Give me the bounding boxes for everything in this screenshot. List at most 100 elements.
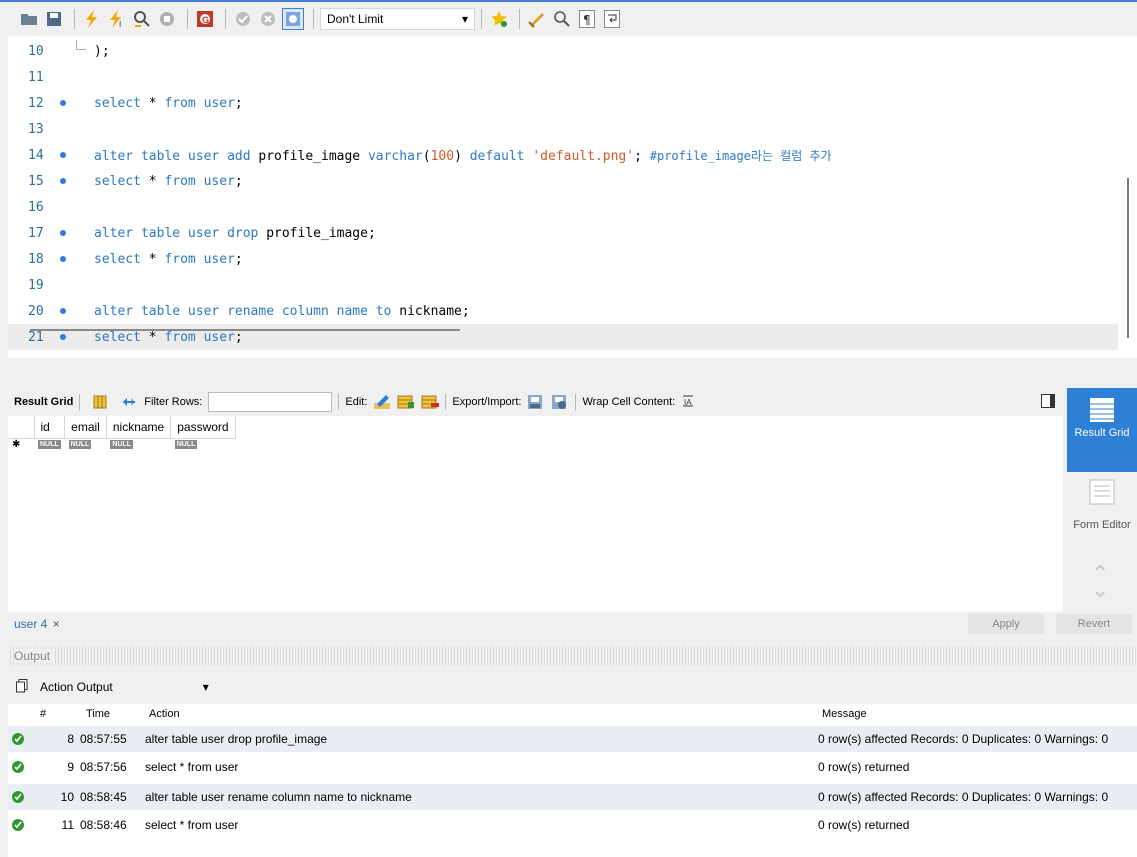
folder-icon[interactable] <box>18 8 40 30</box>
table-cell[interactable]: NULL <box>106 439 170 451</box>
close-icon[interactable]: × <box>53 617 60 631</box>
output-title: Output <box>14 649 55 663</box>
toggle-error-icon[interactable]: G <box>194 8 216 30</box>
table-row[interactable]: 9 08:57:56 select * from user 0 row(s) r… <box>8 754 1137 780</box>
svg-text:I: I <box>119 20 121 28</box>
table-row-new[interactable]: ✱ NULL NULL NULL NULL <box>8 439 235 451</box>
row-header-corner <box>8 416 35 439</box>
table-cell[interactable]: NULL <box>34 439 65 451</box>
table-cell[interactable]: NULL <box>171 439 235 451</box>
execute-icon[interactable] <box>81 8 103 30</box>
result-grid-toolbar: Result Grid Filter Rows: Edit: Export/Im… <box>8 388 1063 416</box>
editor-line: 17 alter table user drop profile_image; <box>8 220 1118 246</box>
toolbar-separator <box>338 394 340 410</box>
scroll-arrows-icon[interactable]: ⌃ ⌄ <box>1091 563 1109 601</box>
column-header: Time <box>86 708 111 720</box>
filter-rows-input[interactable] <box>208 392 333 412</box>
column-header[interactable]: password <box>170 416 236 439</box>
editor-line: 20 alter table user rename column name t… <box>8 298 1118 324</box>
commit-icon[interactable] <box>232 8 254 30</box>
column-header: Action <box>149 708 180 720</box>
result-grid-view-button[interactable]: Result Grid <box>1067 388 1137 472</box>
statement-marker <box>60 308 66 314</box>
line-number: 11 <box>28 69 44 85</box>
form-editor-side-label: Form Editor <box>1073 519 1131 531</box>
save-icon[interactable] <box>43 8 65 30</box>
row-number: 8 <box>67 732 74 746</box>
column-header[interactable]: email <box>64 416 107 439</box>
edit-row-icon[interactable] <box>373 394 391 410</box>
result-grid[interactable]: id email nickname password ✱ NULL NULL N… <box>8 416 1063 612</box>
rollback-icon[interactable] <box>257 8 279 30</box>
row-action: select * from user <box>145 760 239 774</box>
output-panel-header: Output <box>8 646 1137 666</box>
stop-icon[interactable] <box>156 8 178 30</box>
wrap-cell-icon[interactable]: IA <box>681 394 699 410</box>
line-number: 12 <box>28 95 44 111</box>
line-number: 15 <box>28 173 44 189</box>
editor-vertical-scrollbar[interactable] <box>1127 178 1129 338</box>
toolbar-separator <box>519 9 520 29</box>
status-icon <box>12 791 28 803</box>
wrap-icon[interactable] <box>601 8 623 30</box>
column-header[interactable]: id <box>34 416 66 439</box>
execute-current-icon[interactable]: I <box>106 8 128 30</box>
form-editor-view-button[interactable]: Form Editor <box>1067 478 1137 531</box>
bookmark-icon[interactable] <box>488 8 510 30</box>
row-action: alter table user rename column name to n… <box>145 790 412 804</box>
sql-editor[interactable]: 10 ); 11 12 select * from user; 13 14 al… <box>8 36 1137 358</box>
filter-rows-label: Filter Rows: <box>144 396 203 408</box>
line-number: 19 <box>28 277 44 293</box>
toolbar-separator <box>445 394 447 410</box>
copy-icon[interactable] <box>16 678 28 696</box>
import-icon[interactable] <box>551 394 569 410</box>
limit-rows-select[interactable]: Don't Limit ▾ <box>320 8 475 30</box>
svg-text:IA: IA <box>684 398 692 407</box>
export-import-label: Export/Import: <box>452 396 522 408</box>
autocommit-icon[interactable] <box>282 8 304 30</box>
delete-row-icon[interactable] <box>421 394 440 410</box>
toggle-sidebar-icon[interactable] <box>1041 394 1055 408</box>
editor-line: 11 <box>8 64 1118 90</box>
insert-row-icon[interactable] <box>397 394 415 410</box>
row-time: 08:57:55 <box>80 732 127 746</box>
column-header[interactable]: nickname <box>106 416 172 439</box>
table-row[interactable]: 10 08:58:45 alter table user rename colu… <box>8 784 1137 810</box>
find-icon[interactable] <box>551 8 573 30</box>
status-icon <box>12 761 28 773</box>
explain-icon[interactable] <box>131 8 153 30</box>
action-output-table: # Time Action Message 8 08:57:55 alter t… <box>8 704 1137 857</box>
table-cell[interactable]: NULL <box>65 439 107 451</box>
statement-marker <box>60 230 66 236</box>
code-text: ); <box>94 43 110 59</box>
export-icon[interactable] <box>527 394 545 410</box>
beautify-icon[interactable] <box>526 8 548 30</box>
toolbar-separator <box>74 9 75 29</box>
code-text: alter table user add profile_image varch… <box>94 148 832 164</box>
apply-button[interactable]: Apply <box>968 614 1044 634</box>
grid-layout-icon[interactable] <box>92 394 110 410</box>
limit-rows-value: Don't Limit <box>327 12 384 26</box>
line-number: 16 <box>28 199 44 215</box>
row-message: 0 row(s) affected Records: 0 Duplicates:… <box>818 790 1109 804</box>
row-action: alter table user drop profile_image <box>145 732 328 746</box>
toolbar-separator <box>313 9 314 29</box>
editor-horizontal-scrollbar[interactable] <box>30 329 460 331</box>
line-number: 14 <box>28 147 44 163</box>
table-row[interactable]: 11 08:58:46 select * from user 0 row(s) … <box>8 812 1137 838</box>
output-type-select[interactable]: Action Output ▾ <box>8 676 308 698</box>
column-header: Message <box>822 708 867 720</box>
chevron-down-icon: ▾ <box>202 680 209 694</box>
tab-result-user[interactable]: user 4 × <box>8 617 60 631</box>
revert-button[interactable]: Revert <box>1056 614 1132 634</box>
toolbar-separator <box>187 9 188 29</box>
statement-marker <box>60 256 66 262</box>
result-table: id email nickname password ✱ NULL NULL N… <box>8 416 236 451</box>
invisible-chars-icon[interactable]: ¶ <box>576 8 598 30</box>
line-number: 21 <box>28 329 44 345</box>
line-number: 17 <box>28 225 44 241</box>
row-message: 0 row(s) returned <box>818 818 910 832</box>
table-row[interactable]: 8 08:57:55 alter table user drop profile… <box>8 726 1137 752</box>
editor-line: 15 select * from user; <box>8 168 1118 194</box>
refresh-icon[interactable] <box>120 394 138 410</box>
